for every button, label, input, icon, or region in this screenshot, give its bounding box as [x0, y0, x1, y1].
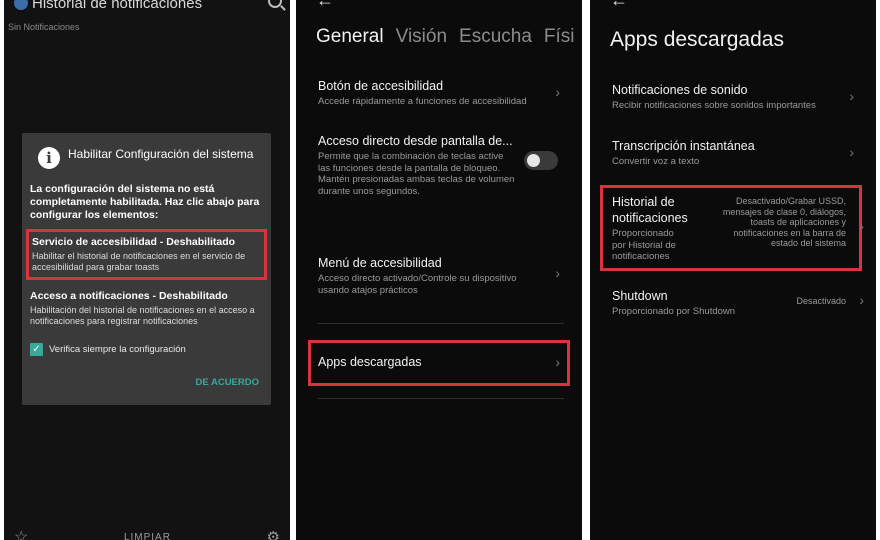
item-title: Acceso directo desde pantalla de...	[318, 134, 513, 148]
section-divider	[318, 323, 564, 324]
item-title: Servicio de accesibilidad - Deshabilitad…	[32, 236, 236, 248]
chevron-right-icon: ›	[849, 144, 854, 160]
chevron-right-icon: ›	[555, 265, 560, 281]
checkbox-label: Verifica siempre la configuración	[49, 344, 186, 355]
screen-notification-history: Historial de notificaciones Sin Notifica…	[4, 0, 290, 540]
chevron-right-icon: ›	[555, 354, 560, 370]
chevron-right-icon: ›	[859, 218, 864, 234]
item-title: Transcripción instantánea	[612, 139, 755, 153]
chevron-right-icon: ›	[859, 292, 864, 308]
screen-accessibility-settings: ← General Visión Escucha Físi Botón de a…	[296, 0, 582, 540]
gear-icon[interactable]: ⚙	[267, 528, 280, 540]
item-value: Desactivado	[796, 296, 846, 306]
item-description: Accede rápidamente a funciones de accesi…	[318, 96, 527, 107]
downloaded-apps-item[interactable]: Apps descargadas ›	[318, 354, 564, 370]
accessibility-service-item[interactable]: Servicio de accesibilidad - Deshabilitad…	[26, 229, 267, 280]
notification-history-item[interactable]: Historial de notificaciones Proporcionad…	[612, 194, 864, 263]
info-icon: i	[38, 147, 60, 169]
item-title: Menú de accesibilidad	[318, 256, 442, 270]
ok-button[interactable]: DE ACUERDO	[195, 377, 259, 388]
always-verify-option[interactable]: ✓ Verifica siempre la configuración	[30, 343, 186, 356]
item-description: Habilitación del historial de notificaci…	[30, 305, 255, 326]
clear-button[interactable]: LIMPIAR	[124, 532, 171, 540]
chevron-right-icon: ›	[849, 88, 854, 104]
search-icon[interactable]	[268, 0, 282, 8]
notification-access-item[interactable]: Acceso a notificaciones - Deshabilitado …	[26, 285, 267, 332]
toggle-knob	[527, 154, 540, 167]
item-title: Botón de accesibilidad	[318, 79, 444, 93]
app-header: Historial de notificaciones	[4, 0, 290, 14]
app-title: Historial de notificaciones	[32, 0, 203, 12]
item-title: Apps descargadas	[318, 355, 422, 369]
item-description: Convertir voz a texto	[612, 156, 700, 167]
item-description: Recibir notificaciones sobre sonidos imp…	[612, 100, 816, 111]
arrow-left-icon[interactable]: ←	[610, 0, 628, 11]
screen-downloaded-apps: ← Apps descargadas Notificaciones de son…	[590, 0, 876, 540]
tab-bar: General Visión Escucha Físi	[316, 26, 575, 48]
item-description: Acceso directo activado/Controle su disp…	[318, 273, 517, 296]
sound-notifications-item[interactable]: Notificaciones de sonido Recibir notific…	[612, 82, 858, 112]
live-transcribe-item[interactable]: Transcripción instantánea Convertir voz …	[612, 138, 858, 168]
empty-state-text: Sin Notificaciones	[8, 22, 80, 32]
tab-vision[interactable]: Visión	[396, 26, 447, 48]
checkbox-checked-icon[interactable]: ✓	[30, 343, 43, 356]
dialog-message: La configuración del sistema no está com…	[30, 183, 260, 221]
app-logo-icon	[14, 0, 28, 10]
item-description: Habilitar el historial de notificaciones…	[32, 251, 246, 272]
item-description: Proporcionado por Historial de notificac…	[612, 228, 676, 262]
lockscreen-shortcut-item[interactable]: Acceso directo desde pantalla de... Perm…	[318, 133, 564, 197]
arrow-left-icon[interactable]: ←	[316, 0, 334, 11]
accessibility-button-item[interactable]: Botón de accesibilidad Accede rápidament…	[318, 78, 564, 108]
accessibility-menu-item[interactable]: Menú de accesibilidad Acceso directo act…	[318, 255, 564, 296]
enable-settings-dialog: i Habilitar Configuración del sistema La…	[22, 133, 271, 405]
shutdown-item[interactable]: Shutdown Proporcionado por Shutdown Desa…	[612, 288, 864, 318]
item-description: Proporcionado por Shutdown	[612, 306, 736, 317]
item-title: Notificaciones de sonido	[612, 83, 748, 97]
bottom-bar: ☆ LIMPIAR ⚙	[4, 528, 290, 540]
tab-physical[interactable]: Físi	[544, 26, 575, 48]
dialog-title: Habilitar Configuración del sistema	[68, 147, 254, 161]
star-icon[interactable]: ☆	[14, 527, 28, 540]
dialog-header: i Habilitar Configuración del sistema	[38, 147, 258, 169]
chevron-right-icon: ›	[555, 84, 560, 100]
shortcut-toggle[interactable]	[524, 151, 558, 170]
item-description: Permite que la combinación de teclas act…	[318, 151, 515, 197]
section-divider	[318, 398, 564, 399]
item-value: Desactivado/Grabar USSD, mensajes de cla…	[722, 196, 846, 248]
item-title: Historial de notificaciones	[612, 195, 688, 225]
tab-hearing[interactable]: Escucha	[459, 26, 532, 48]
item-title: Acceso a notificaciones - Deshabilitado	[30, 290, 228, 302]
tab-general[interactable]: General	[316, 26, 384, 48]
page-title: Apps descargadas	[610, 28, 784, 51]
